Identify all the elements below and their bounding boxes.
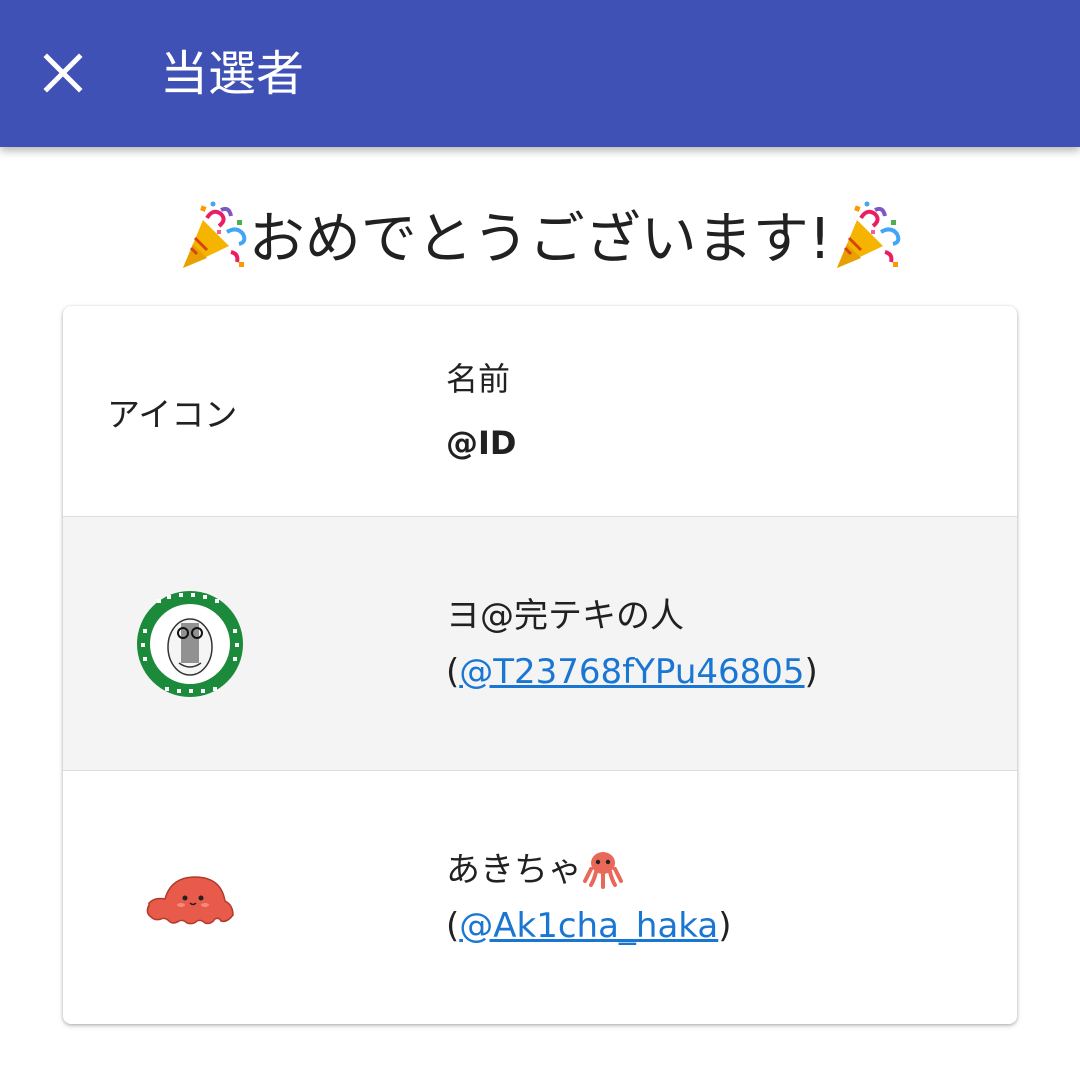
congrats-text: おめでとうございます! <box>248 207 832 272</box>
avatar <box>137 590 243 697</box>
column-header-name-id: 名前 @ID <box>446 306 516 516</box>
table-header: アイコン 名前 @ID <box>63 306 1017 517</box>
close-icon <box>43 53 83 93</box>
winner-name: ヨ@完テキの人 <box>446 595 684 636</box>
paren-open: ( <box>446 651 460 692</box>
winner-id: (@Ak1cha_haka) <box>446 898 732 954</box>
row-name-cell: あきちゃ (@Ak1cha_haka) <box>446 771 732 1024</box>
row-avatar-cell <box>63 517 317 770</box>
winners-table: アイコン 名前 @ID ヨ@完テキの人 (@T23768fYPu46805) あ… <box>63 306 1017 1024</box>
winner-id-link[interactable]: @Ak1cha_haka <box>459 906 718 946</box>
paren-close: ) <box>804 651 818 692</box>
column-header-name: 名前 <box>446 360 511 398</box>
column-header-icon: アイコン <box>107 395 238 434</box>
paren-open: ( <box>446 905 460 946</box>
winner-id: (@T23768fYPu46805) <box>446 644 818 700</box>
app-bar: 当選者 <box>0 0 1080 147</box>
winner-name: あきちゃ <box>446 842 732 898</box>
page-title: 当選者 <box>160 46 305 102</box>
column-header-id: @ID <box>446 424 517 462</box>
party-popper-icon <box>182 201 247 268</box>
row-name-cell: ヨ@完テキの人 (@T23768fYPu46805) <box>446 517 818 770</box>
table-row: ヨ@完テキの人 (@T23768fYPu46805) <box>63 517 1017 771</box>
paren-close: ) <box>718 905 732 946</box>
table-row: あきちゃ (@Ak1cha_haka) <box>63 771 1017 1024</box>
close-button[interactable] <box>30 40 96 106</box>
octopus-icon <box>583 851 623 889</box>
avatar <box>146 875 234 924</box>
row-avatar-cell <box>63 771 317 1024</box>
winner-name-text: あきちゃ <box>446 849 582 890</box>
winner-id-link[interactable]: @T23768fYPu46805 <box>459 652 804 692</box>
party-popper-icon <box>837 201 901 268</box>
congrats-message: おめでとうございます! <box>0 200 1080 278</box>
